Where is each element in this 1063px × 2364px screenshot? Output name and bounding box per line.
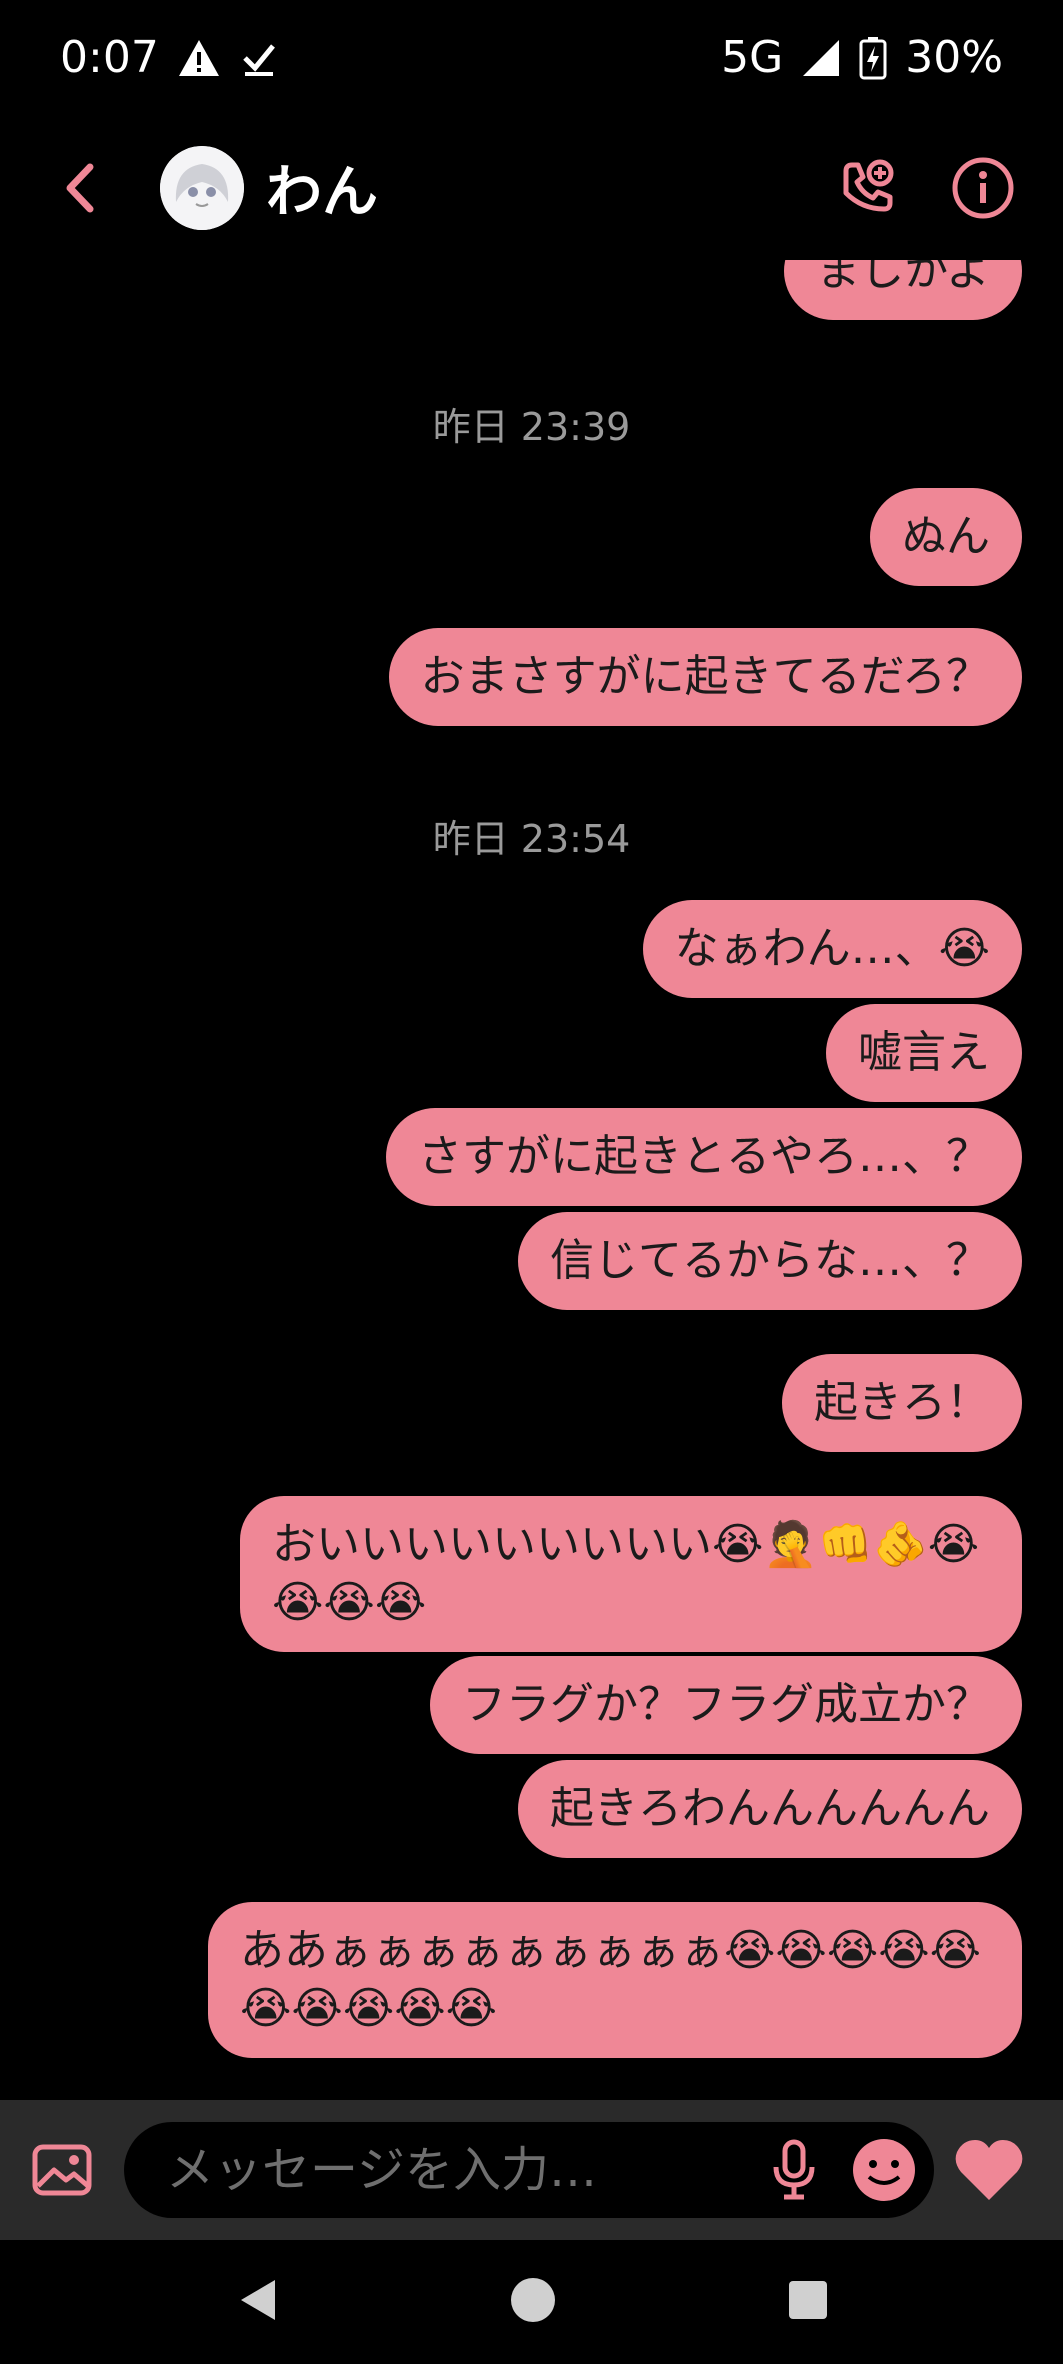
status-bar: 0:07 5G 30%	[0, 0, 1063, 115]
message-composer	[0, 2100, 1063, 2240]
message-bubble[interactable]: おいいいいいいいいい😭🤦👊🫵😭😭😭😭	[240, 1496, 1022, 1652]
voice-button[interactable]	[754, 2130, 834, 2210]
status-time: 0:07	[60, 32, 159, 83]
message-input[interactable]	[164, 2141, 754, 2199]
nav-recents-icon	[788, 2281, 827, 2319]
gallery-button[interactable]	[20, 2128, 104, 2212]
info-button[interactable]	[943, 148, 1023, 228]
message-bubble[interactable]: ましかよ	[784, 260, 1022, 320]
nav-back-button[interactable]	[235, 2276, 279, 2328]
add-call-icon	[843, 159, 894, 211]
battery-percent: 30%	[905, 32, 1003, 83]
message-bubble[interactable]: ぬん	[870, 488, 1022, 586]
message-bubble[interactable]: 嘘言え	[826, 1004, 1022, 1102]
nav-home-button[interactable]	[509, 2276, 557, 2328]
avatar[interactable]	[160, 145, 244, 230]
download-done-icon	[239, 38, 279, 78]
add-call-button[interactable]	[827, 148, 907, 228]
message-bubble[interactable]: 起きろ！	[782, 1354, 1022, 1452]
back-chevron-icon	[66, 163, 94, 212]
message-bubble[interactable]: 信じてるからな…、？	[518, 1212, 1022, 1310]
info-icon	[952, 157, 1014, 218]
system-nav-bar	[0, 2240, 1063, 2364]
message-bubble[interactable]: 起きろわんんんんんん	[518, 1760, 1022, 1858]
nav-home-icon	[510, 2278, 555, 2322]
emoji-icon	[853, 2139, 915, 2201]
nav-back-icon	[240, 2280, 275, 2320]
message-bubble[interactable]: ああぁぁぁぁぁぁぁぁぁ😭😭😭😭😭😭😭😭😭😭	[208, 1902, 1022, 2058]
heart-button[interactable]	[944, 2125, 1034, 2215]
battery-charging-icon	[859, 36, 887, 80]
heart-icon	[955, 2140, 1023, 2200]
gallery-icon	[32, 2144, 92, 2196]
signal-icon	[801, 38, 841, 78]
message-bubble[interactable]: なぁわん…、😭	[642, 900, 1022, 998]
network-type: 5G	[721, 32, 784, 83]
message-bubble[interactable]: フラグか？フラグ成立か？	[430, 1656, 1022, 1754]
message-list[interactable]: ましかよ 昨日 23:39 ぬん おまさすがに起きてるだろ？ 昨日 23:54 …	[0, 260, 1063, 2100]
message-input-box[interactable]	[124, 2122, 934, 2218]
warning-icon	[177, 38, 221, 78]
emoji-button[interactable]	[844, 2130, 924, 2210]
mic-icon	[773, 2139, 815, 2200]
nav-recents-button[interactable]	[787, 2279, 829, 2325]
timestamp-separator: 昨日 23:54	[432, 817, 631, 861]
back-button[interactable]	[40, 148, 120, 228]
contact-name: わん	[266, 160, 378, 225]
message-bubble[interactable]: さすがに起きとるやろ…、？	[386, 1108, 1022, 1206]
message-bubble[interactable]: おまさすがに起きてるだろ？	[388, 628, 1022, 726]
avatar-illustration	[160, 145, 244, 230]
chat-header: わん	[0, 115, 1063, 260]
timestamp-separator: 昨日 23:39	[432, 405, 631, 449]
